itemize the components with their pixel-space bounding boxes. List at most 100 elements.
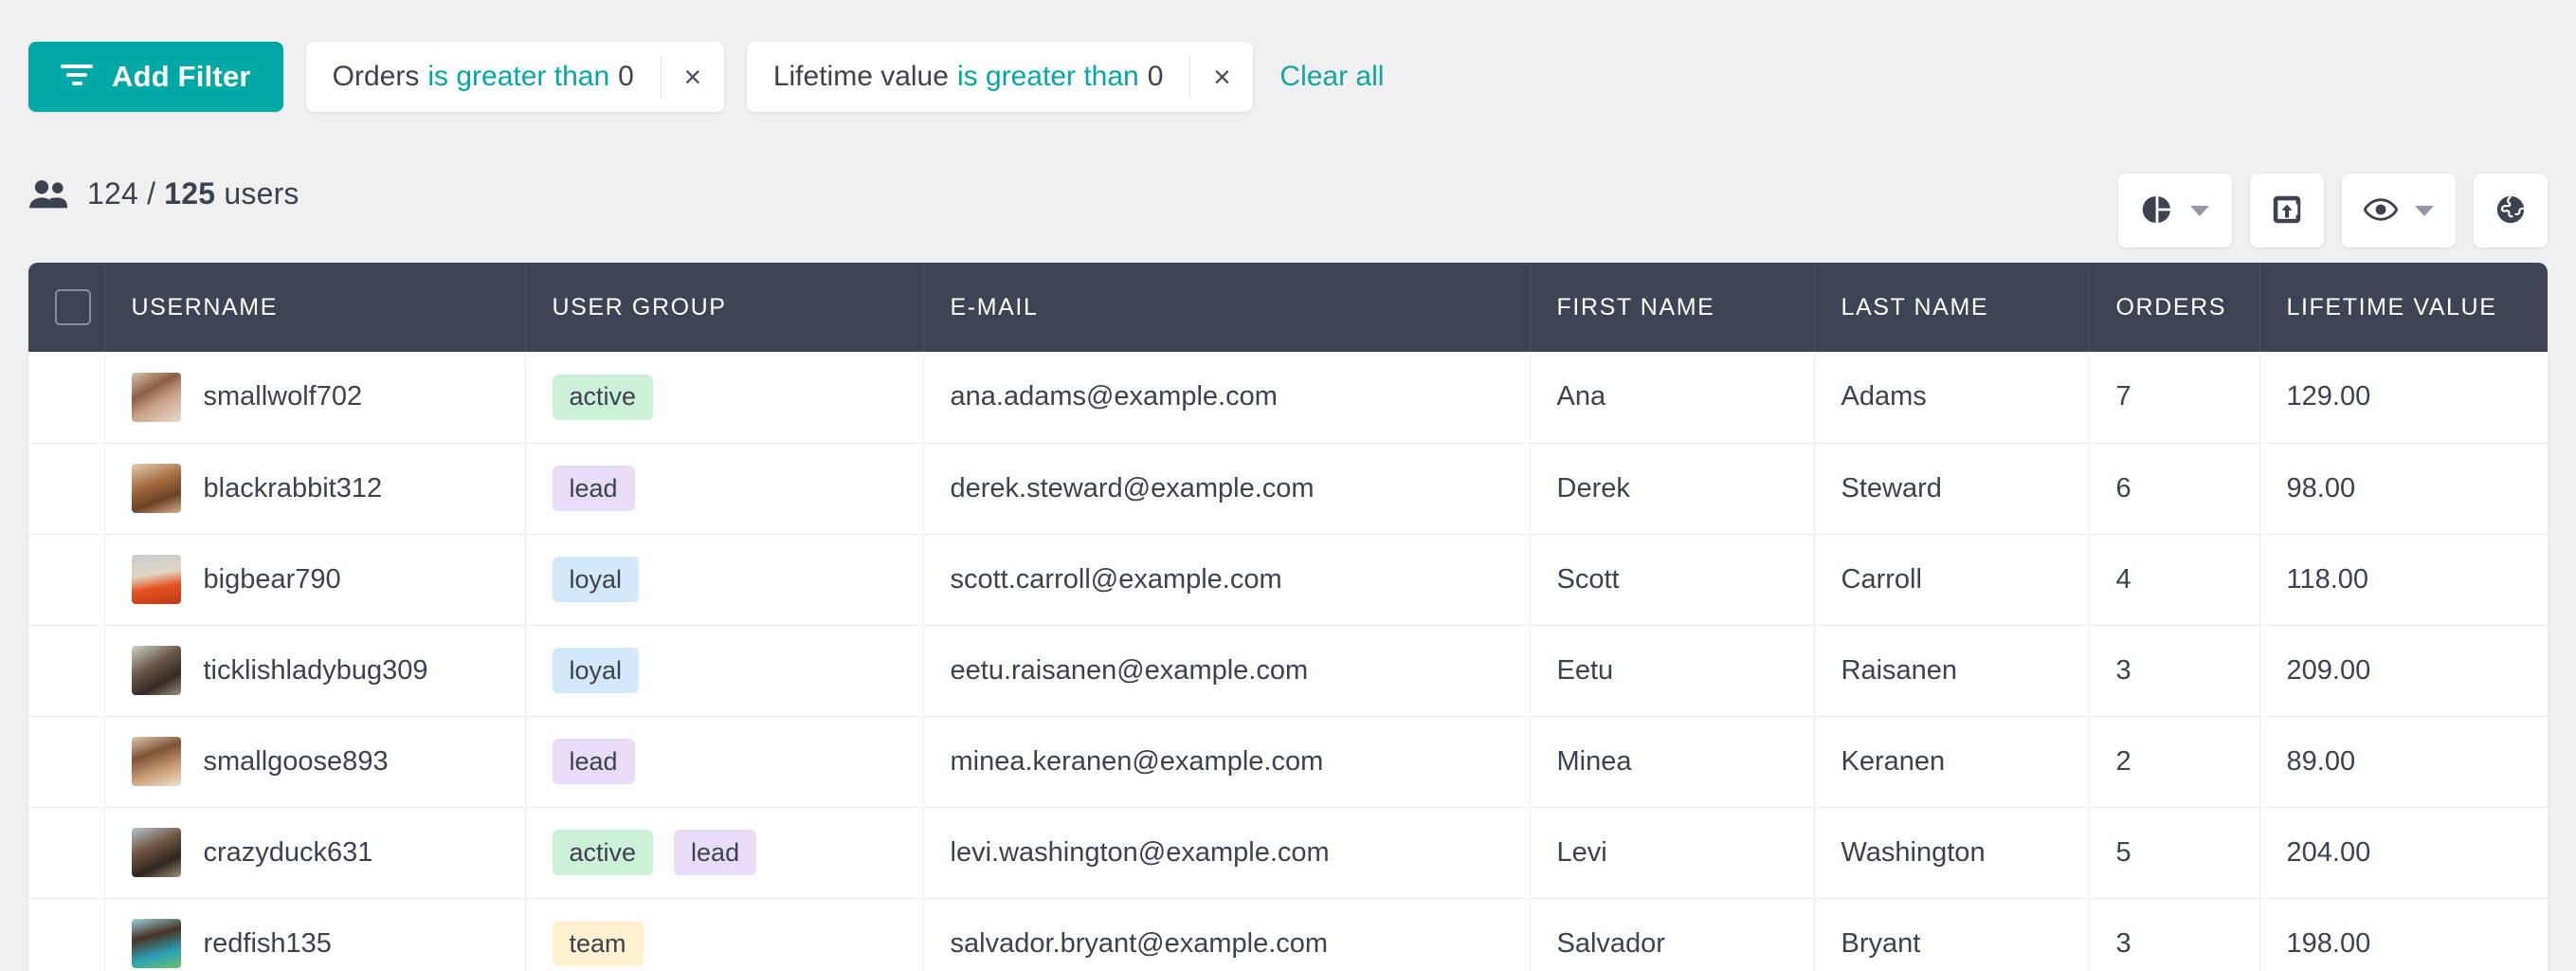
filter-chip-orders-value: 0 (618, 61, 634, 92)
users-table-container: USERNAME USER GROUP E-MAIL FIRST NAME LA… (28, 263, 2548, 971)
lifetime-value-label: 204.00 (2286, 836, 2371, 868)
last-name-label: Adams (1841, 381, 1927, 412)
column-header-orders[interactable]: ORDERS (2089, 263, 2260, 352)
first-name-cell: Derek (1530, 443, 1815, 535)
orders-cell: 7 (2089, 352, 2260, 444)
username-label: ticklishladybug309 (203, 654, 428, 686)
email-cell: scott.carroll@example.com (923, 534, 1531, 626)
column-header-first-name[interactable]: FIRST NAME (1530, 263, 1815, 352)
column-header-lifetime-value[interactable]: LIFETIME VALUE (2259, 263, 2548, 352)
last-name-cell: Adams (1814, 352, 2090, 444)
first-name-cell: Minea (1530, 716, 1815, 808)
table-row[interactable]: crazyduck631 active lead levi.washington@ex… (28, 807, 2548, 899)
orders-cell: 4 (2089, 534, 2260, 626)
filter-chip-orders-field: Orders (332, 61, 420, 92)
username-cell: redfish135 (104, 898, 526, 971)
filter-chip-lifetime-value-value: 0 (1147, 61, 1164, 92)
avatar (131, 919, 181, 968)
orders-cell: 5 (2089, 807, 2260, 899)
username-cell: ticklishladybug309 (104, 625, 526, 717)
username-cell: smallwolf702 (104, 352, 526, 444)
table-row[interactable]: ticklishladybug309 loyal eetu.raisanen@exa… (28, 625, 2548, 717)
email-label: levi.washington@example.com (950, 836, 1330, 868)
email-cell: ana.adams@example.com (923, 352, 1531, 444)
first-name-label: Derek (1556, 472, 1630, 504)
row-select-cell[interactable] (28, 898, 105, 971)
email-label: ana.adams@example.com (950, 381, 1278, 412)
column-header-username[interactable]: USERNAME (104, 263, 526, 352)
email-label: minea.keranen@example.com (950, 745, 1324, 777)
globe-icon (2494, 193, 2527, 229)
user-group-badge: active (552, 374, 654, 420)
username-label: redfish135 (203, 927, 332, 959)
chevron-down-icon (2415, 205, 2434, 216)
table-toolbar (2118, 174, 2548, 247)
globe-button[interactable] (2474, 174, 2548, 247)
first-name-cell: Scott (1530, 534, 1815, 626)
clear-all-link[interactable]: Clear all (1279, 61, 1384, 93)
user-count-separator: / (147, 176, 156, 211)
row-select-cell[interactable] (28, 534, 105, 626)
select-all-header (28, 263, 105, 352)
first-name-label: Ana (1556, 381, 1606, 412)
user-count-shown: 124 (87, 176, 138, 211)
last-name-cell: Steward (1814, 443, 2090, 535)
filter-chip-orders-operator: is greater than (427, 61, 610, 92)
lifetime-value-cell: 204.00 (2259, 807, 2548, 899)
avatar (131, 464, 181, 513)
close-icon: × (683, 60, 702, 94)
last-name-label: Raisanen (1841, 654, 1958, 686)
visibility-button[interactable] (2342, 174, 2456, 247)
orders-cell: 6 (2089, 443, 2260, 535)
orders-label: 3 (2115, 927, 2132, 959)
row-select-cell[interactable] (28, 716, 105, 808)
column-header-email[interactable]: E-MAIL (923, 263, 1531, 352)
table-header-row: USERNAME USER GROUP E-MAIL FIRST NAME LA… (28, 263, 2548, 352)
chart-button[interactable] (2118, 174, 2232, 247)
email-cell: salvador.bryant@example.com (923, 898, 1531, 971)
username-cell: bigbear790 (104, 534, 526, 626)
select-all-checkbox[interactable] (55, 289, 91, 325)
first-name-label: Minea (1556, 745, 1632, 777)
lifetime-value-label: 118.00 (2286, 563, 2369, 595)
last-name-cell: Bryant (1814, 898, 2090, 971)
column-header-user-group[interactable]: USER GROUP (525, 263, 924, 352)
table-row[interactable]: bigbear790 loyal scott.carroll@example.com… (28, 534, 2548, 626)
filter-icon (61, 64, 93, 89)
filter-chip-orders[interactable]: Orders is greater than 0 × (305, 42, 724, 112)
table-row[interactable]: blackrabbit312 lead derek.steward@example.… (28, 443, 2548, 535)
column-header-last-name[interactable]: LAST NAME (1814, 263, 2090, 352)
remove-filter-orders-button[interactable]: × (662, 42, 724, 112)
row-select-cell[interactable] (28, 443, 105, 535)
first-name-label: Levi (1556, 836, 1607, 868)
add-filter-button[interactable]: Add Filter (28, 42, 283, 112)
email-cell: minea.keranen@example.com (923, 716, 1531, 808)
column-header-lifetime-value-label: LIFETIME VALUE (2286, 293, 2497, 321)
first-name-cell: Ana (1530, 352, 1815, 444)
column-header-orders-label: ORDERS (2115, 293, 2227, 321)
email-cell: eetu.raisanen@example.com (923, 625, 1531, 717)
username-cell: blackrabbit312 (104, 443, 526, 535)
row-select-cell[interactable] (28, 352, 105, 444)
table-row[interactable]: smallgoose893 lead minea.keranen@example.c… (28, 716, 2548, 808)
table-row[interactable]: redfish135 team salvador.bryant@example.co… (28, 898, 2548, 971)
lifetime-value-label: 129.00 (2286, 381, 2371, 412)
avatar (131, 646, 181, 695)
filter-chip-lifetime-value[interactable]: Lifetime value is greater than 0 × (746, 42, 1254, 112)
table-row[interactable]: smallwolf702 active ana.adams@example.com A… (28, 352, 2548, 444)
last-name-cell: Carroll (1814, 534, 2090, 626)
row-select-cell[interactable] (28, 625, 105, 717)
user-group-cell: active lead (525, 807, 924, 899)
lifetime-value-cell: 118.00 (2259, 534, 2548, 626)
filter-chip-lifetime-value-operator: is greater than (956, 61, 1139, 92)
last-name-cell: Keranen (1814, 716, 2090, 808)
avatar (131, 737, 181, 786)
eye-icon (2363, 197, 2399, 225)
remove-filter-lifetime-value-button[interactable]: × (1190, 42, 1253, 112)
avatar (131, 828, 181, 877)
row-select-cell[interactable] (28, 807, 105, 899)
table-header: USERNAME USER GROUP E-MAIL FIRST NAME LA… (28, 263, 2548, 352)
last-name-cell: Washington (1814, 807, 2090, 899)
users-icon (28, 179, 68, 210)
export-button[interactable] (2250, 174, 2324, 247)
